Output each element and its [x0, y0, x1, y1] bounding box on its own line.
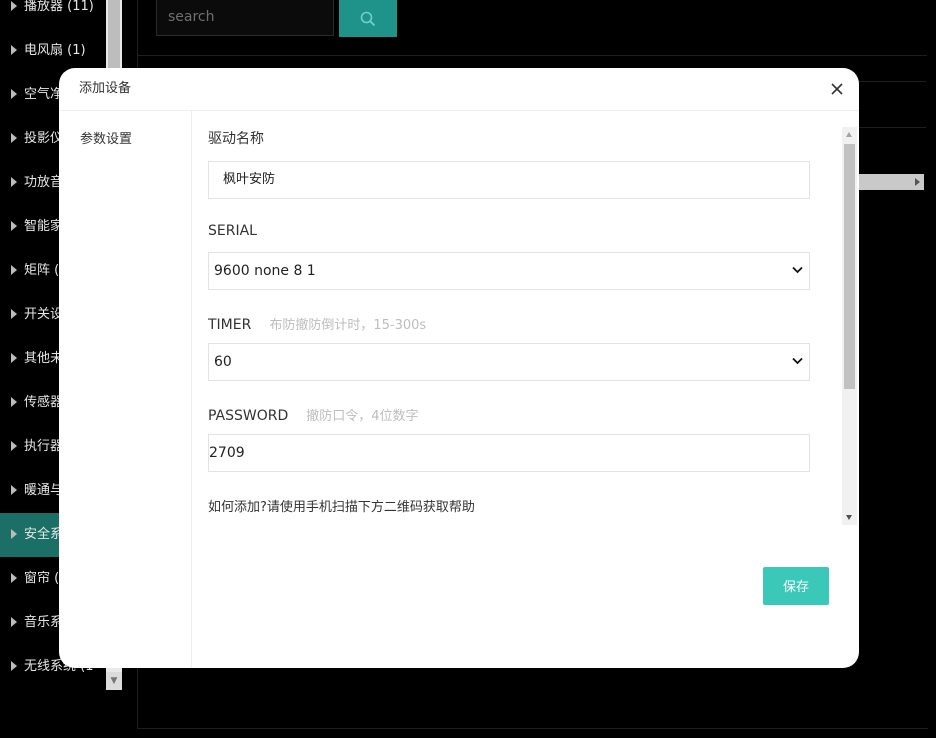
close-button[interactable] — [829, 81, 845, 97]
caret-right-icon — [11, 308, 17, 319]
timer-selected-value: 60 — [214, 354, 232, 370]
driver-name-label: 驱动名称 — [208, 131, 264, 147]
sidebar-item-fan[interactable]: 电风扇 (1) — [0, 29, 106, 73]
parameter-form: 驱动名称 枫叶安防 SERIAL 9600 none 8 1 TIMER 布防撤防… — [192, 111, 842, 526]
timer-label: TIMER 布防撤防倒计时，15-300s — [208, 317, 427, 333]
caret-right-icon — [11, 616, 17, 627]
serial-label: SERIAL — [208, 223, 257, 239]
caret-right-icon — [11, 264, 17, 275]
save-button[interactable]: 保存 — [763, 567, 829, 605]
dialog-header: 添加设备 — [59, 68, 859, 111]
divider — [137, 55, 927, 56]
search-icon — [360, 11, 376, 27]
caret-right-icon — [11, 352, 17, 363]
scroll-up-icon[interactable] — [846, 132, 852, 137]
scroll-down-icon[interactable] — [846, 515, 852, 520]
caret-right-icon — [11, 176, 17, 187]
driver-name-input[interactable]: 枫叶安防 — [208, 161, 810, 199]
add-device-dialog: 添加设备 参数设置 驱动名称 枫叶安防 SERIAL 9600 none 8 1… — [59, 68, 859, 668]
chevron-down-icon — [792, 357, 803, 365]
password-label: PASSWORD 撤防口令，4位数字 — [208, 408, 419, 424]
caret-right-icon — [11, 660, 17, 671]
password-input[interactable]: 2709 — [208, 434, 810, 472]
dialog-title: 添加设备 — [79, 81, 132, 96]
caret-right-icon — [11, 44, 17, 55]
timer-select[interactable]: 60 — [208, 343, 810, 381]
serial-selected-value: 9600 none 8 1 — [214, 263, 316, 279]
caret-right-icon — [11, 0, 17, 11]
caret-right-icon — [11, 88, 17, 99]
close-icon — [831, 83, 843, 95]
sidebar-item-player[interactable]: 播放器 (11) — [0, 0, 106, 29]
scroll-down-icon[interactable]: ▼ — [106, 672, 122, 690]
caret-right-icon — [11, 528, 17, 539]
search-button[interactable] — [339, 0, 397, 37]
caret-right-icon — [11, 440, 17, 451]
caret-right-icon — [11, 132, 17, 143]
password-hint: 撤防口令，4位数字 — [306, 409, 419, 424]
divider — [858, 81, 926, 82]
divider — [858, 127, 926, 128]
form-scrollbar-thumb[interactable] — [844, 144, 855, 389]
tab-parameter-settings[interactable]: 参数设置 — [80, 128, 132, 147]
help-text: 如何添加?请使用手机扫描下方二维码获取帮助 — [208, 500, 475, 515]
caret-right-icon — [11, 396, 17, 407]
caret-right-icon — [11, 220, 17, 231]
search-input[interactable]: search — [156, 0, 334, 36]
timer-hint: 布防撤防倒计时，15-300s — [269, 318, 427, 333]
caret-right-icon — [11, 572, 17, 583]
horizontal-scrollbar[interactable] — [858, 174, 924, 190]
scroll-right-icon[interactable] — [915, 178, 920, 186]
caret-right-icon — [11, 484, 17, 495]
dialog-nav: 参数设置 — [59, 111, 192, 668]
chevron-down-icon — [792, 266, 803, 274]
form-scrollbar[interactable] — [842, 127, 857, 525]
serial-select[interactable]: 9600 none 8 1 — [208, 252, 810, 290]
